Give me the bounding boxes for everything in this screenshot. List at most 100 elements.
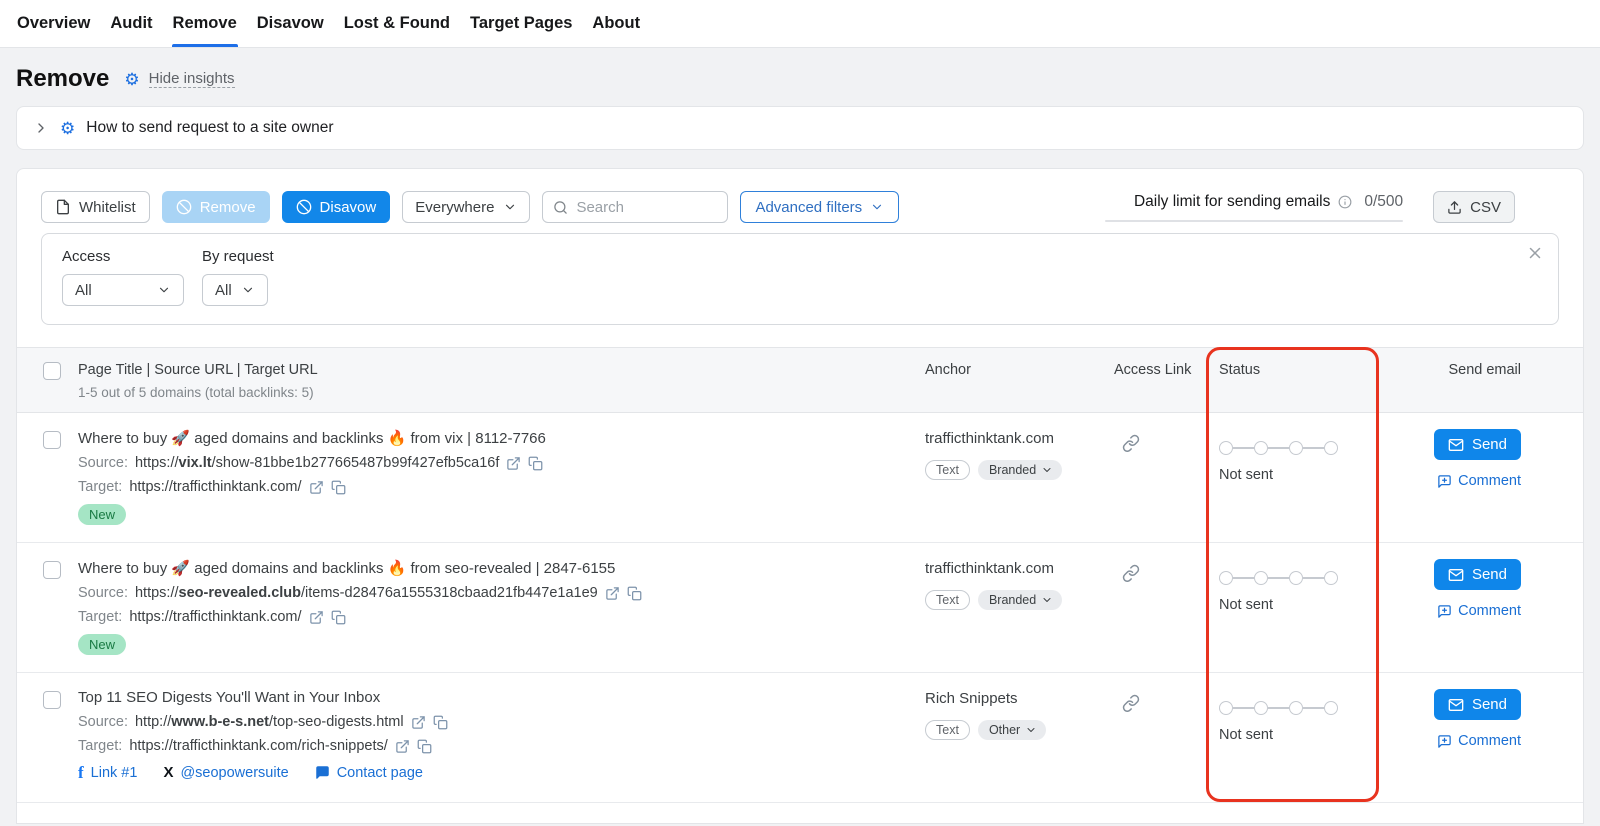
send-label: Send: [1472, 566, 1507, 583]
anchor-type-dropdown[interactable]: Other: [978, 720, 1046, 740]
scope-dropdown[interactable]: Everywhere: [402, 191, 530, 223]
access-filter-dropdown[interactable]: All: [62, 274, 184, 306]
tab-about[interactable]: About: [591, 0, 641, 47]
page: Overview Audit Remove Disavow Lost & Fou…: [0, 0, 1600, 824]
by-request-filter-dropdown[interactable]: All: [202, 274, 268, 306]
chevron-down-icon: [157, 283, 171, 297]
anchor-type-dropdown[interactable]: Branded: [978, 590, 1062, 610]
by-request-filter: By request All: [202, 248, 274, 306]
anchor-type-value: Branded: [989, 593, 1036, 607]
comment-link[interactable]: Comment: [1437, 733, 1521, 749]
daily-limit: Daily limit for sending emails 0/500: [1105, 193, 1403, 222]
tab-remove[interactable]: Remove: [172, 0, 238, 47]
contact-page-link[interactable]: Contact page: [315, 765, 423, 781]
source-url: http://www.b-e-s.net/top-seo-digests.htm…: [135, 714, 404, 730]
access-link-icon[interactable]: [1122, 694, 1140, 712]
target-url: https://trafficthinktank.com/rich-snippe…: [129, 738, 387, 754]
tab-target-pages[interactable]: Target Pages: [469, 0, 573, 47]
chevron-right-icon: [33, 120, 49, 136]
by-request-filter-label: By request: [202, 248, 274, 265]
twitter-link[interactable]: @seopowersuite: [163, 765, 288, 781]
source-url: https://seo-revealed.club/items-d28476a1…: [135, 585, 598, 601]
twitter-link-label: @seopowersuite: [180, 765, 288, 781]
advanced-filters-button[interactable]: Advanced filters: [740, 191, 899, 223]
column-status: Status: [1207, 360, 1383, 400]
whitelist-label: Whitelist: [79, 199, 136, 216]
search-input[interactable]: [576, 199, 717, 216]
copy-icon[interactable]: [528, 456, 543, 471]
comment-link[interactable]: Comment: [1437, 473, 1521, 489]
mail-icon: [1448, 697, 1464, 713]
comment-link[interactable]: Comment: [1437, 603, 1521, 619]
facebook-icon: [78, 764, 84, 781]
source-label: Source:: [78, 455, 128, 471]
anchor-kind-tag: Text: [925, 720, 970, 740]
chevron-down-icon: [1041, 594, 1053, 606]
row-checkbox[interactable]: [43, 561, 61, 579]
status-text: Not sent: [1219, 727, 1383, 743]
comment-label: Comment: [1458, 603, 1521, 619]
send-button[interactable]: Send: [1434, 559, 1521, 590]
remove-button[interactable]: Remove: [162, 191, 270, 223]
chevron-down-icon: [241, 283, 255, 297]
daily-limit-label: Daily limit for sending emails: [1134, 193, 1330, 211]
anchor-kind-tag: Text: [925, 460, 970, 480]
search-icon: [553, 200, 568, 215]
disavow-button[interactable]: Disavow: [282, 191, 391, 223]
result-count: 1-5 out of 5 domains (total backlinks: 5…: [78, 385, 318, 400]
select-all-checkbox[interactable]: [43, 362, 61, 380]
external-link-icon[interactable]: [411, 715, 426, 730]
backlink-title: Where to buy 🚀 aged domains and backlink…: [78, 429, 546, 447]
anchor-text: trafficthinktank.com: [925, 559, 1111, 577]
access-filter-value: All: [75, 282, 92, 299]
close-icon[interactable]: [1526, 244, 1544, 262]
copy-icon[interactable]: [417, 739, 432, 754]
copy-icon[interactable]: [433, 715, 448, 730]
tab-disavow[interactable]: Disavow: [256, 0, 325, 47]
external-link-icon[interactable]: [605, 586, 620, 601]
source-label: Source:: [78, 714, 128, 730]
copy-icon[interactable]: [627, 586, 642, 601]
tab-audit[interactable]: Audit: [109, 0, 153, 47]
info-icon: [1338, 195, 1352, 209]
tab-lost-and-found[interactable]: Lost & Found: [343, 0, 451, 47]
whitelist-button[interactable]: Whitelist: [41, 191, 150, 223]
anchor-type-value: Branded: [989, 463, 1036, 477]
chevron-down-icon: [1041, 464, 1053, 476]
slash-circle-icon: [176, 199, 192, 215]
access-link-icon[interactable]: [1122, 564, 1140, 582]
anchor-type-dropdown[interactable]: Branded: [978, 460, 1062, 480]
target-label: Target:: [78, 738, 122, 754]
by-request-filter-value: All: [215, 282, 232, 299]
send-label: Send: [1472, 436, 1507, 453]
csv-label: CSV: [1470, 199, 1501, 216]
chevron-down-icon: [1025, 724, 1037, 736]
row-checkbox[interactable]: [43, 431, 61, 449]
mail-icon: [1448, 567, 1464, 583]
source-label: Source:: [78, 585, 128, 601]
external-link-icon[interactable]: [395, 739, 410, 754]
row-checkbox[interactable]: [43, 691, 61, 709]
target-label: Target:: [78, 609, 122, 625]
external-link-icon[interactable]: [309, 610, 324, 625]
copy-icon[interactable]: [331, 610, 346, 625]
howto-label: How to send request to a site owner: [86, 119, 333, 137]
send-button[interactable]: Send: [1434, 429, 1521, 460]
target-label: Target:: [78, 479, 122, 495]
howto-panel[interactable]: ⚙ How to send request to a site owner: [16, 106, 1584, 150]
csv-export-button[interactable]: CSV: [1433, 191, 1515, 223]
comment-icon: [1437, 604, 1452, 619]
column-access-link: Access Link: [1111, 360, 1207, 400]
hide-insights-link[interactable]: Hide insights: [149, 70, 235, 88]
main-panel: Whitelist Remove Disavow Everywhere Adva…: [16, 168, 1584, 824]
access-link-icon[interactable]: [1122, 434, 1140, 452]
external-link-icon[interactable]: [506, 456, 521, 471]
external-link-icon[interactable]: [309, 480, 324, 495]
send-button[interactable]: Send: [1434, 689, 1521, 720]
top-navigation: Overview Audit Remove Disavow Lost & Fou…: [0, 0, 1600, 48]
facebook-link[interactable]: Link #1: [78, 764, 137, 781]
copy-icon[interactable]: [331, 480, 346, 495]
tab-overview[interactable]: Overview: [16, 0, 91, 47]
anchor-kind-tag: Text: [925, 590, 970, 610]
new-badge: New: [78, 634, 126, 655]
